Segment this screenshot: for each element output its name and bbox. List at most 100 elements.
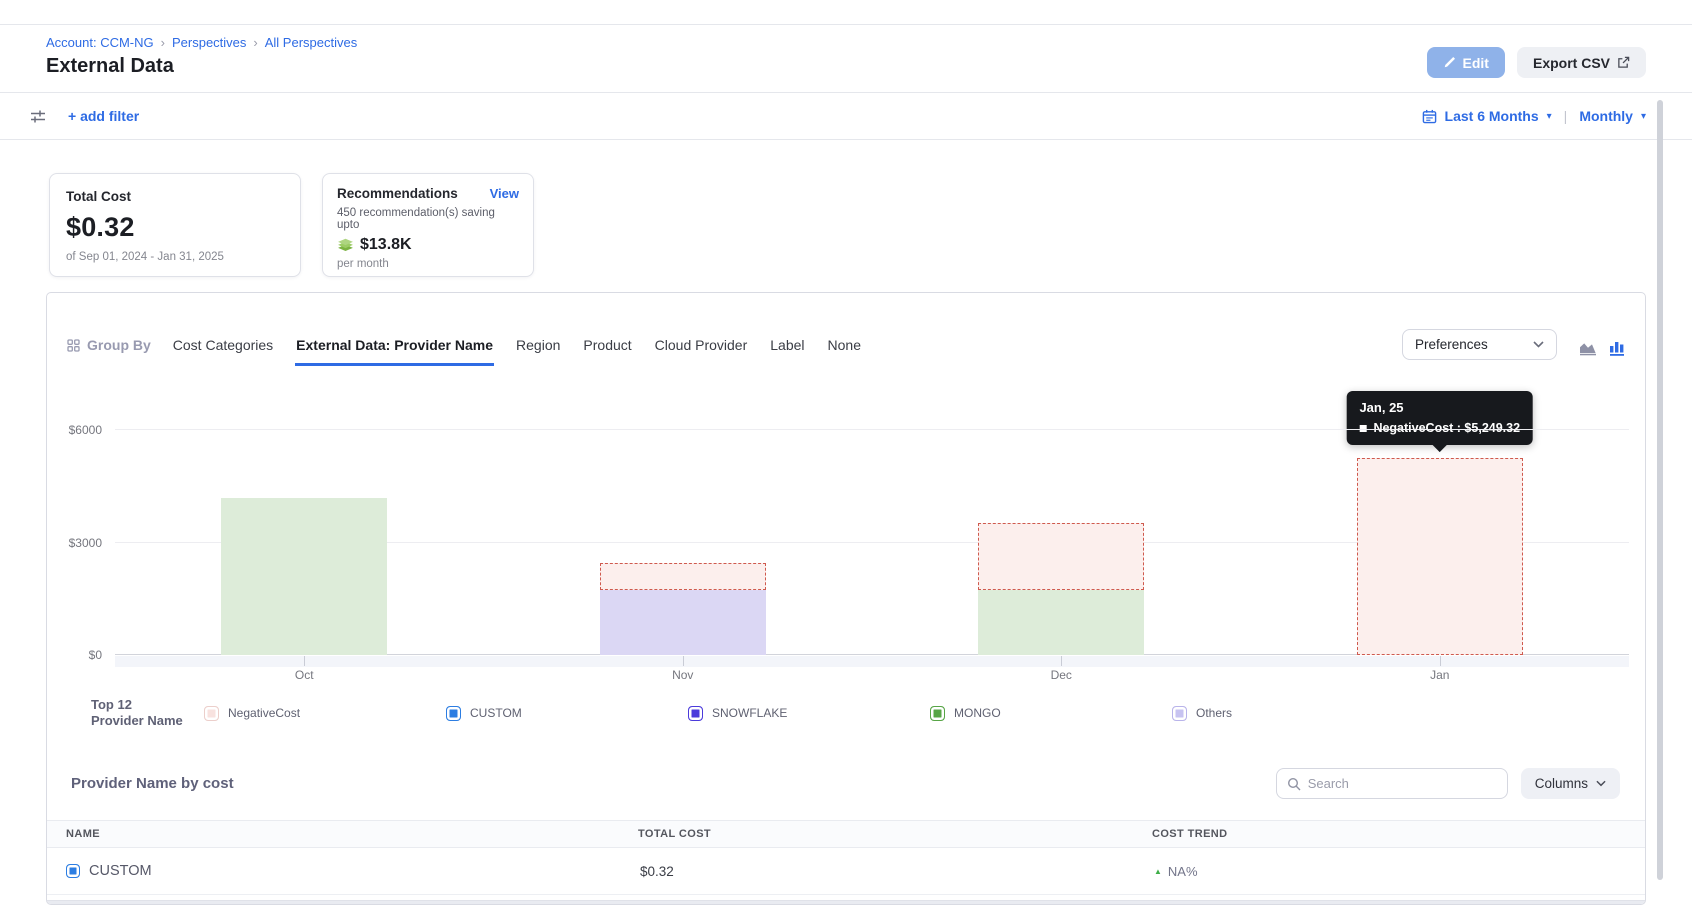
- chart-y-labels: $0$3000$6000: [47, 377, 115, 655]
- bar-slot-dec: [872, 377, 1251, 655]
- breadcrumb-account[interactable]: Account: CCM-NG: [46, 35, 154, 50]
- legend-label-custom: CUSTOM: [470, 706, 522, 720]
- x-axis-band: [115, 656, 1629, 667]
- x-axis-label-jan: Jan: [1251, 668, 1630, 682]
- savings-amount: $13.8K: [360, 236, 412, 254]
- tab-external-data-provider-name[interactable]: External Data: Provider Name: [295, 337, 494, 366]
- total-cost-period: of Sep 01, 2024 - Jan 31, 2025: [66, 251, 284, 263]
- bar-segment-mongo[interactable]: [978, 590, 1144, 655]
- total-cost-label: Total Cost: [66, 189, 284, 204]
- recommendations-card: Recommendations View 450 recommendation(…: [322, 173, 534, 277]
- group-by-row: Group By Cost Categories External Data: P…: [47, 293, 1645, 366]
- total-cost-card: Total Cost $0.32 of Sep 01, 2024 - Jan 3…: [49, 173, 301, 277]
- chevron-down-icon: ▾: [1547, 111, 1552, 122]
- view-recommendations-link[interactable]: View: [490, 186, 519, 201]
- chart-x-axis: OctNovDecJan: [115, 655, 1629, 687]
- next-row-cutoff: [47, 900, 1645, 905]
- chevron-down-icon: ▾: [1641, 111, 1646, 122]
- column-header-name[interactable]: NAME: [47, 828, 634, 840]
- chart-legend: Top 12 Provider Name NegativeCostCUSTOMS…: [47, 696, 1645, 730]
- x-axis-label-oct: Oct: [115, 668, 494, 682]
- y-axis-tick-label: $3000: [69, 536, 102, 550]
- legend-label-snowflake: SNOWFLAKE: [712, 706, 787, 720]
- tab-none[interactable]: None: [827, 337, 862, 366]
- tab-cloud-provider[interactable]: Cloud Provider: [654, 337, 749, 366]
- breadcrumb-all-perspectives[interactable]: All Perspectives: [265, 35, 357, 50]
- legend-item-negativecost[interactable]: NegativeCost: [204, 706, 446, 721]
- tab-label[interactable]: Label: [769, 337, 805, 366]
- bar-segment-negativecost[interactable]: [600, 563, 766, 590]
- x-axis-tick: [683, 656, 684, 666]
- export-csv-button[interactable]: Export CSV: [1517, 47, 1646, 78]
- preferences-dropdown[interactable]: Preferences: [1402, 329, 1557, 360]
- chevron-down-icon: [1596, 780, 1606, 787]
- cost-chart: $0$3000$6000 Jan, 25 NegativeCost : $5,2…: [47, 377, 1645, 687]
- date-range-dropdown[interactable]: Last 6 Months: [1445, 108, 1539, 124]
- header-actions: Edit Export CSV: [1427, 47, 1646, 92]
- page-title: External Data: [46, 55, 357, 78]
- legend-item-custom[interactable]: CUSTOM: [446, 706, 688, 721]
- granularity-dropdown[interactable]: Monthly: [1579, 108, 1633, 124]
- column-header-total-cost[interactable]: TOTAL COST: [634, 828, 1148, 840]
- tab-region[interactable]: Region: [515, 337, 561, 366]
- legend-label-others: Others: [1196, 706, 1232, 720]
- cell-cost-trend: ▲NA%: [1148, 864, 1645, 879]
- perspective-panel: Group By Cost Categories External Data: P…: [46, 292, 1646, 905]
- total-cost-value: $0.32: [66, 212, 284, 243]
- filter-sliders-icon[interactable]: [30, 109, 46, 123]
- columns-label: Columns: [1535, 776, 1588, 791]
- legend-item-snowflake[interactable]: SNOWFLAKE: [688, 706, 930, 721]
- bar-segment-negativecost[interactable]: [1357, 458, 1523, 655]
- tab-product[interactable]: Product: [582, 337, 632, 366]
- search-input[interactable]: [1308, 776, 1497, 791]
- legend-item-others[interactable]: Others: [1172, 706, 1414, 721]
- x-axis-tick: [1440, 656, 1441, 666]
- stacked-bar-jan[interactable]: [1357, 458, 1523, 655]
- table-controls: Provider Name by cost Columns: [47, 768, 1645, 799]
- header-left: Account: CCM-NG › Perspectives › All Per…: [46, 35, 357, 92]
- edit-button[interactable]: Edit: [1427, 47, 1505, 78]
- trend-up-icon: ▲: [1154, 867, 1162, 876]
- bar-segment-others[interactable]: [600, 590, 766, 655]
- bar-segment-negativecost[interactable]: [978, 523, 1144, 590]
- legend-swatch-others: [1172, 706, 1187, 721]
- tab-cost-categories[interactable]: Cost Categories: [172, 337, 274, 366]
- row-swatch-custom: [66, 864, 80, 878]
- table-body: CUSTOM$0.32▲NA%: [47, 848, 1645, 895]
- area-chart-icon[interactable]: [1579, 340, 1599, 356]
- stacked-bar-oct[interactable]: [221, 498, 387, 655]
- export-csv-label: Export CSV: [1533, 55, 1610, 71]
- legend-swatch-custom: [446, 706, 461, 721]
- column-header-cost-trend[interactable]: COST TREND: [1148, 828, 1645, 840]
- chevron-down-icon: [1533, 341, 1544, 348]
- table-title: Provider Name by cost: [71, 775, 234, 792]
- group-by-text: Group By: [87, 337, 151, 353]
- bar-chart-icon[interactable]: [1609, 339, 1626, 356]
- cell-name: CUSTOM: [47, 863, 634, 879]
- recommendations-label: Recommendations: [337, 186, 458, 201]
- search-box: [1276, 768, 1508, 799]
- external-link-icon: [1617, 56, 1630, 69]
- provider-name: CUSTOM: [89, 863, 152, 879]
- add-filter-button[interactable]: + add filter: [68, 108, 139, 124]
- pencil-icon: [1443, 56, 1456, 69]
- legend-label-mongo: MONGO: [954, 706, 1001, 720]
- legend-item-mongo[interactable]: MONGO: [930, 706, 1172, 721]
- stacked-bar-nov[interactable]: [600, 563, 766, 655]
- edit-button-label: Edit: [1463, 55, 1489, 71]
- legend-items: NegativeCost CUSTOM SNOWFLAKE MONGO Others: [204, 706, 1414, 721]
- group-by-label: Group By: [67, 337, 151, 366]
- table-header-row: NAMETOTAL COSTCOST TREND: [47, 820, 1645, 848]
- x-axis-label-dec: Dec: [872, 668, 1251, 682]
- bar-segment-mongo[interactable]: [221, 498, 387, 655]
- breadcrumb-perspectives[interactable]: Perspectives: [172, 35, 246, 50]
- stacked-bar-dec[interactable]: [978, 523, 1144, 655]
- search-icon: [1287, 777, 1301, 791]
- vertical-scrollbar[interactable]: [1657, 100, 1663, 880]
- columns-button[interactable]: Columns: [1521, 768, 1620, 799]
- page-header: Account: CCM-NG › Perspectives › All Per…: [0, 25, 1692, 93]
- recommendations-subtitle: 450 recommendation(s) saving upto: [337, 207, 519, 231]
- legend-label-negativecost: NegativeCost: [228, 706, 300, 720]
- table-row-custom[interactable]: CUSTOM$0.32▲NA%: [47, 848, 1645, 895]
- legend-swatch-snowflake: [688, 706, 703, 721]
